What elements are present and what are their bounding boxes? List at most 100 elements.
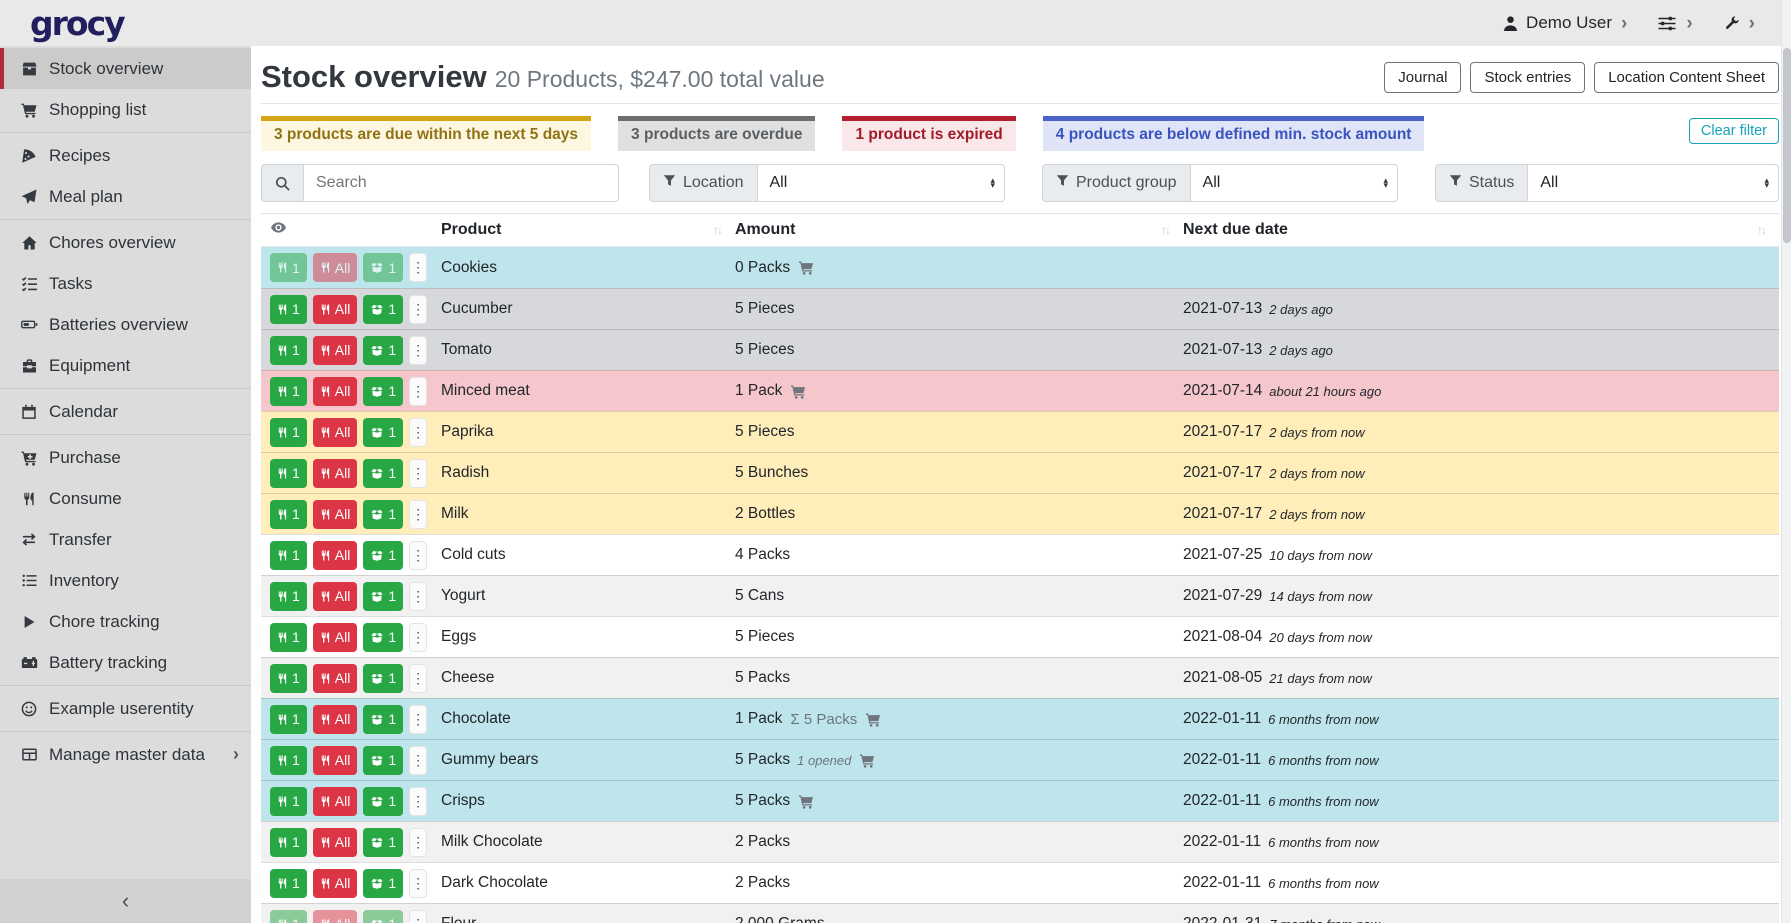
consume-one-button[interactable]: 1	[270, 253, 307, 282]
open-one-button[interactable]: 1	[363, 910, 403, 923]
scrollbar-thumb[interactable]	[1783, 48, 1791, 243]
product-name[interactable]: Cold cuts	[441, 546, 506, 564]
settings-menu[interactable]: ›	[1657, 14, 1692, 33]
consume-all-button[interactable]: All	[313, 869, 358, 898]
consume-one-button[interactable]: 1	[270, 582, 307, 611]
open-one-button[interactable]: 1	[363, 746, 403, 775]
consume-one-button[interactable]: 1	[270, 336, 307, 365]
product-name[interactable]: Paprika	[441, 423, 494, 441]
sidebar-item-stock-overview[interactable]: Stock overview ›	[0, 48, 251, 89]
consume-one-button[interactable]: 1	[270, 787, 307, 816]
consume-all-button[interactable]: All	[313, 787, 358, 816]
open-one-button[interactable]: 1	[363, 705, 403, 734]
row-menu-button[interactable]: ⋮	[409, 746, 427, 775]
consume-all-button[interactable]: All	[313, 746, 358, 775]
row-menu-button[interactable]: ⋮	[409, 623, 427, 652]
journal-button[interactable]: Journal	[1384, 62, 1461, 93]
product-name[interactable]: Cucumber	[441, 300, 513, 318]
open-one-button[interactable]: 1	[363, 377, 403, 406]
column-header-next-due-date[interactable]: Next due date↑↓	[1183, 221, 1779, 239]
row-menu-button[interactable]: ⋮	[409, 500, 427, 529]
stock-entries-button[interactable]: Stock entries	[1470, 62, 1585, 93]
column-header-product[interactable]: Product↑↓	[441, 221, 735, 239]
sidebar-item-example-userentity[interactable]: Example userentity ›	[0, 688, 251, 729]
consume-all-button[interactable]: All	[313, 828, 358, 857]
consume-all-button[interactable]: All	[313, 377, 358, 406]
product-name[interactable]: Chocolate	[441, 710, 511, 728]
product-name[interactable]: Gummy bears	[441, 751, 538, 769]
filter-select[interactable]: All ▴▾	[1527, 164, 1779, 202]
row-menu-button[interactable]: ⋮	[409, 541, 427, 570]
admin-menu[interactable]: ›	[1723, 14, 1755, 33]
sidebar-item-chore-tracking[interactable]: Chore tracking ›	[0, 601, 251, 642]
product-name[interactable]: Minced meat	[441, 382, 530, 400]
row-menu-button[interactable]: ⋮	[409, 828, 427, 857]
consume-one-button[interactable]: 1	[270, 828, 307, 857]
sidebar-item-calendar[interactable]: Calendar ›	[0, 391, 251, 432]
sidebar-item-battery-tracking[interactable]: Battery tracking ›	[0, 642, 251, 683]
consume-all-button[interactable]: All	[313, 418, 358, 447]
consume-all-button[interactable]: All	[313, 541, 358, 570]
consume-all-button[interactable]: All	[313, 253, 358, 282]
sidebar-item-inventory[interactable]: Inventory ›	[0, 560, 251, 601]
sidebar-item-chores-overview[interactable]: Chores overview ›	[0, 222, 251, 263]
product-name[interactable]: Yogurt	[441, 587, 485, 605]
row-menu-button[interactable]: ⋮	[409, 582, 427, 611]
row-menu-button[interactable]: ⋮	[409, 418, 427, 447]
product-name[interactable]: Tomato	[441, 341, 492, 359]
consume-all-button[interactable]: All	[313, 459, 358, 488]
sidebar-collapse-button[interactable]: ‹	[0, 879, 251, 923]
row-menu-button[interactable]: ⋮	[409, 377, 427, 406]
search-input[interactable]	[303, 164, 619, 202]
row-menu-button[interactable]: ⋮	[409, 705, 427, 734]
product-name[interactable]: Radish	[441, 464, 489, 482]
open-one-button[interactable]: 1	[363, 500, 403, 529]
eye-icon[interactable]	[270, 219, 287, 241]
row-menu-button[interactable]: ⋮	[409, 459, 427, 488]
sidebar-item-shopping-list[interactable]: Shopping list ›	[0, 89, 251, 130]
consume-all-button[interactable]: All	[313, 500, 358, 529]
consume-one-button[interactable]: 1	[270, 664, 307, 693]
consume-one-button[interactable]: 1	[270, 746, 307, 775]
open-one-button[interactable]: 1	[363, 541, 403, 570]
sidebar-item-recipes[interactable]: Recipes ›	[0, 135, 251, 176]
consume-all-button[interactable]: All	[313, 664, 358, 693]
consume-one-button[interactable]: 1	[270, 541, 307, 570]
open-one-button[interactable]: 1	[363, 418, 403, 447]
scrollbar[interactable]	[1781, 0, 1791, 923]
row-menu-button[interactable]: ⋮	[409, 253, 427, 282]
consume-one-button[interactable]: 1	[270, 459, 307, 488]
row-menu-button[interactable]: ⋮	[409, 869, 427, 898]
row-menu-button[interactable]: ⋮	[409, 787, 427, 816]
consume-all-button[interactable]: All	[313, 623, 358, 652]
open-one-button[interactable]: 1	[363, 623, 403, 652]
row-menu-button[interactable]: ⋮	[409, 336, 427, 365]
product-name[interactable]: Eggs	[441, 628, 476, 646]
consume-all-button[interactable]: All	[313, 295, 358, 324]
row-menu-button[interactable]: ⋮	[409, 295, 427, 324]
product-name[interactable]: Flour	[441, 915, 476, 923]
product-name[interactable]: Crisps	[441, 792, 485, 810]
consume-one-button[interactable]: 1	[270, 623, 307, 652]
sidebar-item-meal-plan[interactable]: Meal plan ›	[0, 176, 251, 217]
consume-one-button[interactable]: 1	[270, 705, 307, 734]
consume-one-button[interactable]: 1	[270, 910, 307, 923]
sidebar-item-manage-master-data[interactable]: Manage master data ›	[0, 734, 251, 775]
consume-one-button[interactable]: 1	[270, 869, 307, 898]
product-name[interactable]: Cookies	[441, 259, 497, 277]
user-menu[interactable]: Demo User ›	[1502, 13, 1627, 33]
consume-all-button[interactable]: All	[313, 910, 358, 923]
consume-one-button[interactable]: 1	[270, 418, 307, 447]
product-name[interactable]: Milk	[441, 505, 469, 523]
open-one-button[interactable]: 1	[363, 582, 403, 611]
open-one-button[interactable]: 1	[363, 295, 403, 324]
sidebar-item-batteries-overview[interactable]: Batteries overview ›	[0, 304, 251, 345]
consume-all-button[interactable]: All	[313, 705, 358, 734]
sidebar-item-equipment[interactable]: Equipment ›	[0, 345, 251, 386]
open-one-button[interactable]: 1	[363, 664, 403, 693]
filter-select[interactable]: All ▴▾	[757, 164, 1006, 202]
product-name[interactable]: Milk Chocolate	[441, 833, 543, 851]
sidebar-item-consume[interactable]: Consume ›	[0, 478, 251, 519]
sidebar-item-tasks[interactable]: Tasks ›	[0, 263, 251, 304]
location-content-sheet-button[interactable]: Location Content Sheet	[1594, 62, 1779, 93]
